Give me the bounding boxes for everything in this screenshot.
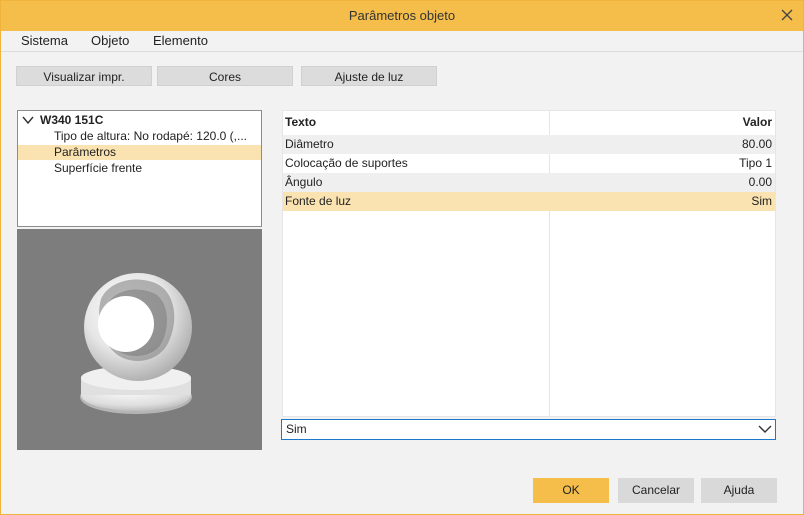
title-bar: Parâmetros objeto — [1, 1, 803, 31]
colors-button[interactable]: Cores — [157, 66, 293, 86]
tree-root[interactable]: W340 151C — [18, 113, 261, 128]
close-button[interactable] — [779, 7, 795, 23]
window-title: Parâmetros objeto — [348, 8, 456, 23]
lamp-preview-image — [80, 273, 192, 414]
grid-row-diameter[interactable]: Diâmetro 80.00 — [283, 135, 775, 154]
value-dropdown[interactable]: Sim — [281, 419, 776, 440]
ok-button[interactable]: OK — [533, 478, 609, 503]
menu-objeto[interactable]: Objeto — [91, 31, 129, 51]
light-adjust-button[interactable]: Ajuste de luz — [301, 66, 437, 86]
grid-row-supports[interactable]: Colocação de suportes Tipo 1 — [283, 154, 775, 173]
chevron-down-icon[interactable] — [758, 422, 772, 436]
close-icon — [781, 9, 793, 21]
object-preview — [17, 229, 262, 450]
row-text: Colocação de suportes — [285, 156, 408, 170]
dropdown-value: Sim — [286, 422, 307, 436]
row-text: Diâmetro — [285, 137, 334, 151]
print-preview-button[interactable]: Visualizar impr. — [16, 66, 152, 86]
tree-item-front-surface[interactable]: Superfície frente — [18, 161, 261, 176]
row-text: Ângulo — [285, 175, 323, 189]
object-tree: W340 151C Tipo de altura: No rodapé: 120… — [17, 110, 262, 227]
menu-sistema[interactable]: Sistema — [21, 31, 68, 51]
help-button[interactable]: Ajuda — [701, 478, 777, 503]
row-value: 80.00 — [741, 137, 772, 151]
dialog-window: Parâmetros objeto Sistema Objeto Element… — [0, 0, 804, 515]
tree-expand-icon[interactable] — [22, 116, 34, 125]
tree-item-height-type[interactable]: Tipo de altura: No rodapé: 120.0 (,... — [18, 129, 261, 144]
tree-item-label: Superfície frente — [54, 161, 143, 175]
row-value: 0.00 — [748, 175, 772, 189]
menu-bar: Sistema Objeto Elemento — [1, 31, 803, 52]
tree-item-parameters[interactable]: Parâmetros — [18, 145, 261, 160]
grid-header: Texto Valor — [283, 113, 775, 132]
column-header-value[interactable]: Valor — [743, 113, 772, 132]
row-value: Sim — [751, 194, 772, 208]
tree-root-label: W340 151C — [40, 113, 104, 127]
menu-elemento[interactable]: Elemento — [153, 31, 208, 51]
row-text: Fonte de luz — [285, 194, 352, 208]
grid-row-angle[interactable]: Ângulo 0.00 — [283, 173, 775, 192]
parameters-grid: Texto Valor Diâmetro 80.00 Colocação de … — [282, 110, 776, 417]
tree-item-label: Tipo de altura: No rodapé: 120.0 (,... — [54, 129, 248, 143]
row-value: Tipo 1 — [739, 156, 772, 170]
column-header-text[interactable]: Texto — [285, 113, 316, 132]
tree-item-label: Parâmetros — [54, 145, 117, 159]
grid-row-light-source[interactable]: Fonte de luz Sim — [283, 192, 775, 211]
cancel-button[interactable]: Cancelar — [618, 478, 694, 503]
